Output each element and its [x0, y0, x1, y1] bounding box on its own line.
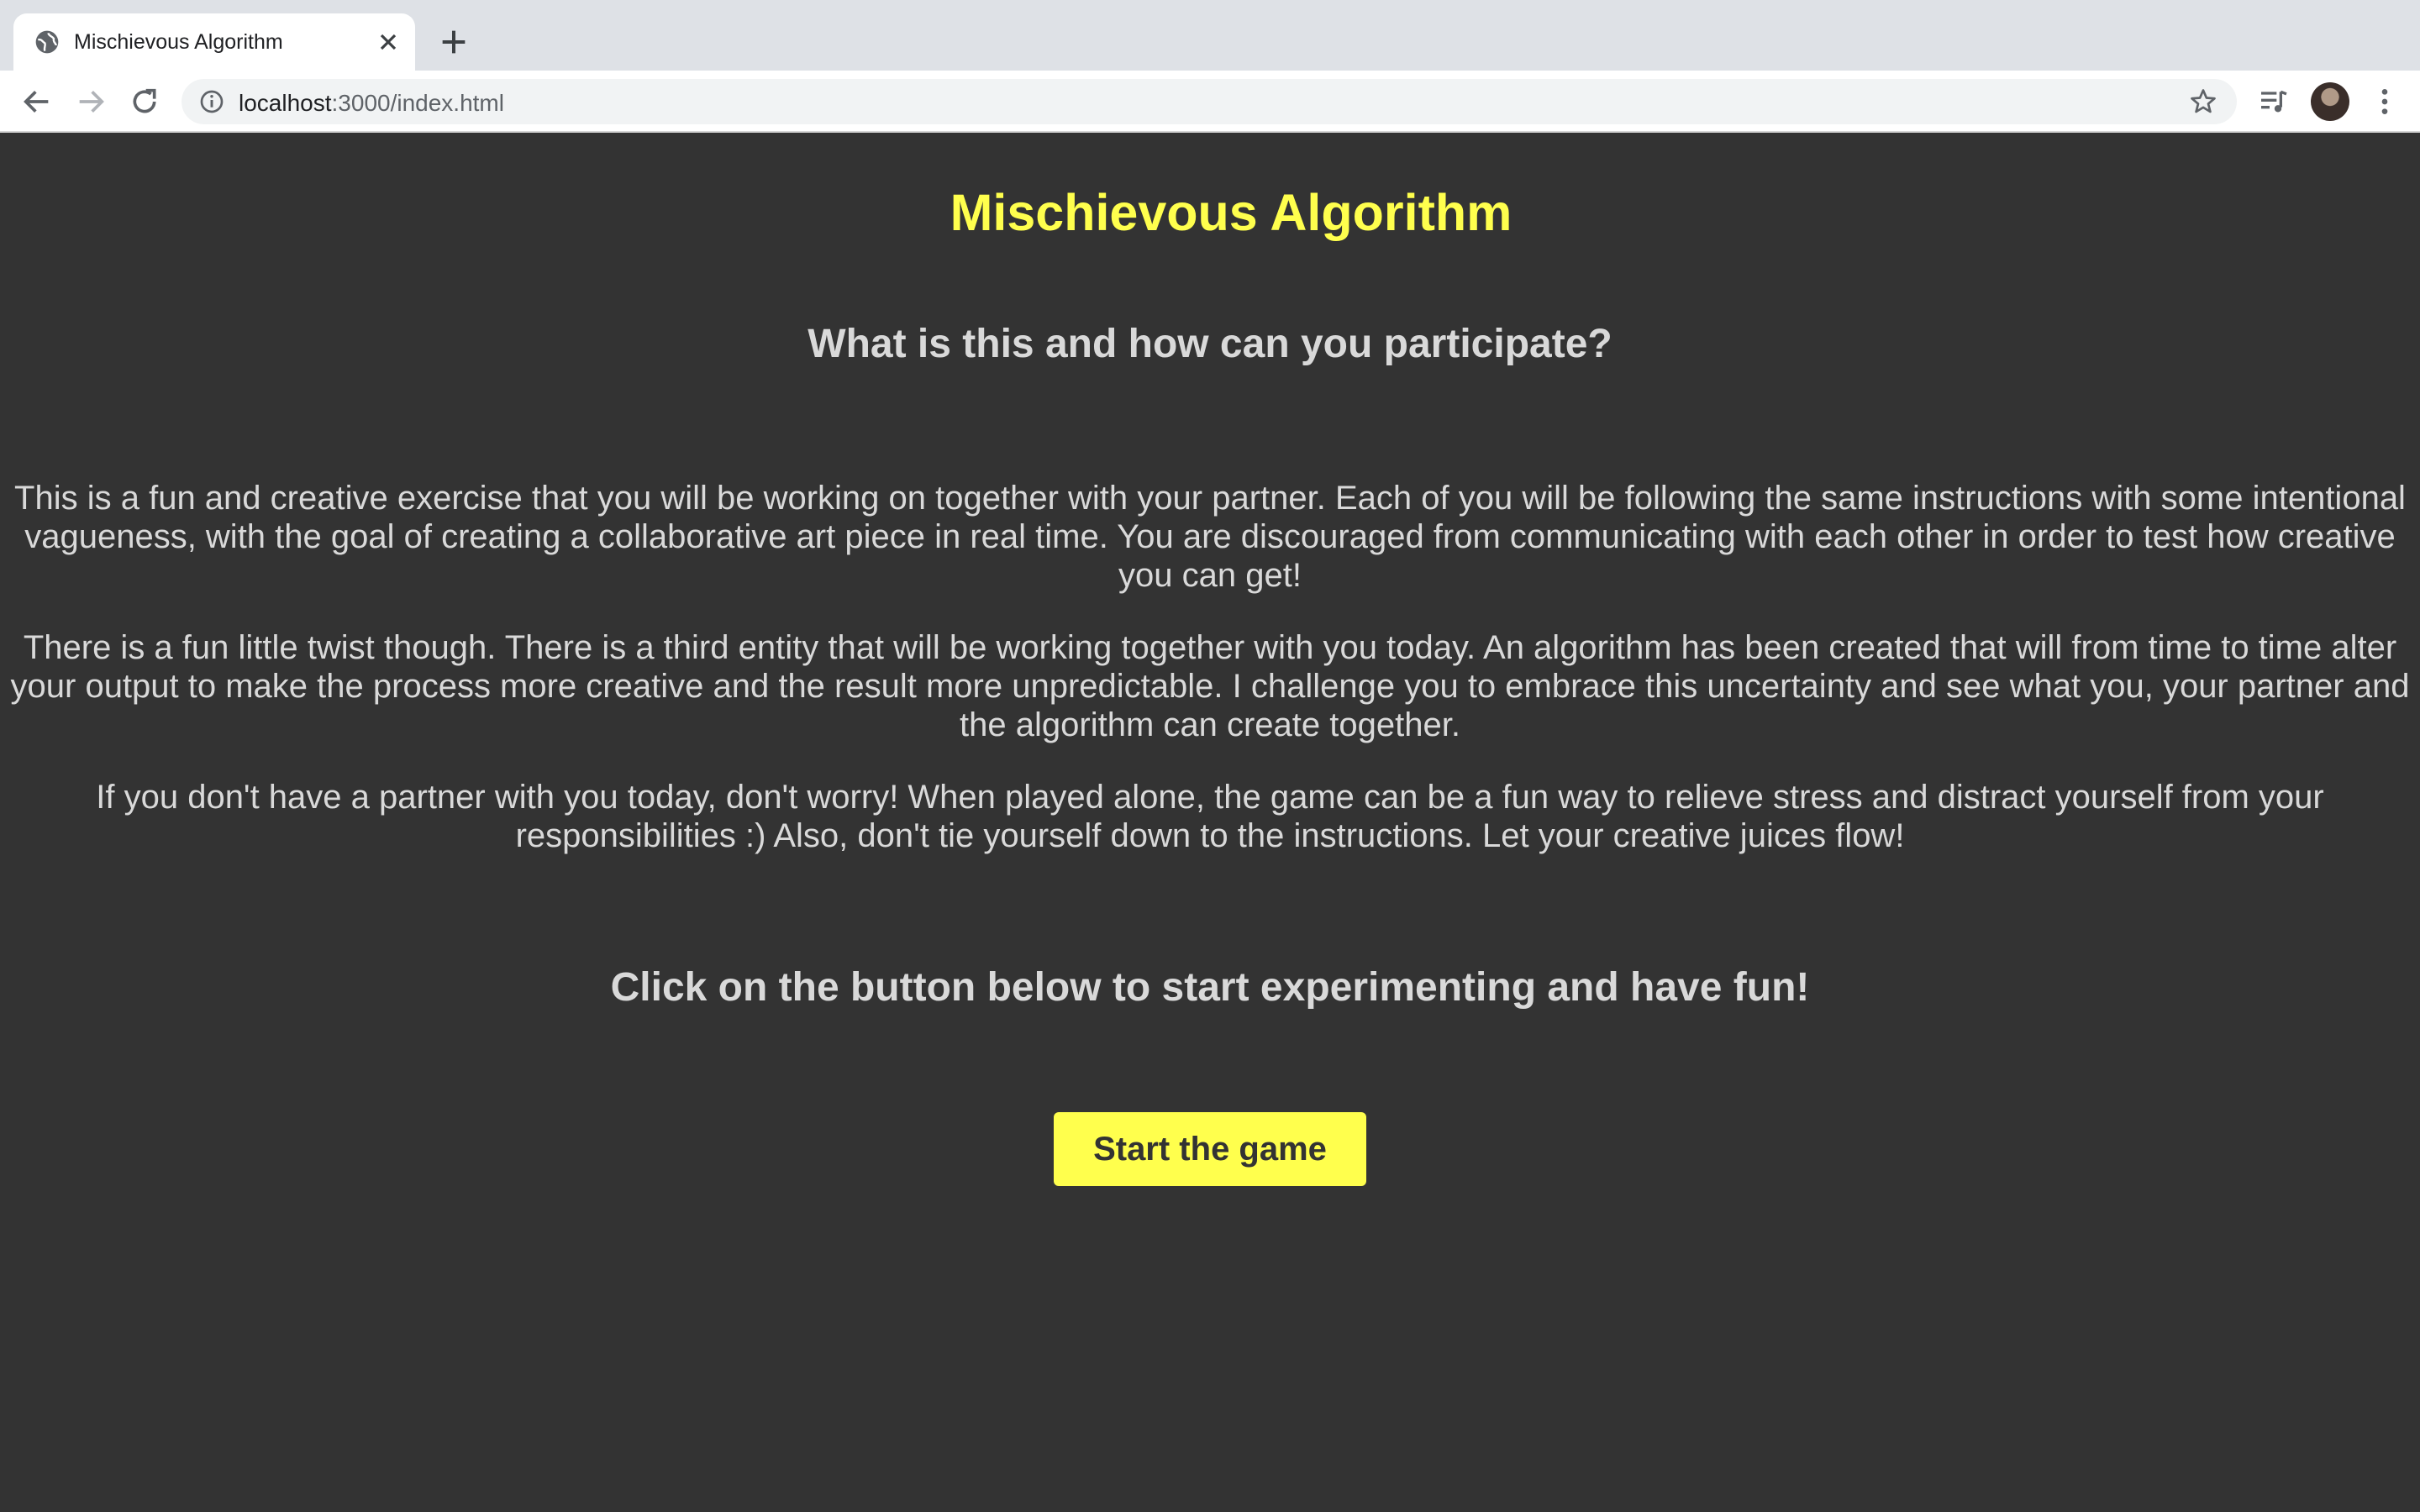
start-game-button[interactable]: Start the game: [1054, 1112, 1366, 1186]
intro-paragraph-1: This is a fun and creative exercise that…: [14, 480, 2406, 594]
info-icon[interactable]: [198, 88, 225, 115]
intro-paragraph-2: There is a fun little twist though. Ther…: [10, 629, 2410, 743]
profile-avatar[interactable]: [2311, 82, 2349, 121]
new-tab-icon[interactable]: [437, 25, 471, 59]
back-arrow-icon[interactable]: [20, 85, 54, 118]
media-playlist-icon[interactable]: [2257, 85, 2291, 118]
reload-icon[interactable]: [128, 85, 161, 118]
globe-icon: [35, 30, 59, 54]
intro-paragraph-3: If you don't have a partner with you tod…: [96, 779, 2324, 854]
close-icon[interactable]: [375, 29, 402, 55]
browser-toolbar: localhost:3000/index.html: [0, 71, 2420, 133]
page-content: Mischievous Algorithm What is this and h…: [0, 133, 2420, 1512]
url-host: localhost: [239, 90, 332, 116]
browser-tab[interactable]: Mischievous Algorithm: [13, 13, 415, 71]
forward-arrow-icon[interactable]: [74, 85, 108, 118]
url-path: :3000/index.html: [331, 90, 504, 116]
bookmark-star-icon[interactable]: [2188, 87, 2218, 117]
url-text[interactable]: localhost:3000/index.html: [239, 90, 504, 117]
address-bar[interactable]: localhost:3000/index.html: [182, 79, 2237, 124]
tab-title: Mischievous Algorithm: [74, 30, 283, 54]
call-to-action-heading: Click on the button below to start exper…: [610, 965, 1810, 1010]
tab-strip: Mischievous Algorithm: [0, 0, 2420, 71]
page-title: Mischievous Algorithm: [950, 184, 1512, 241]
intro-heading: What is this and how can you participate…: [808, 322, 1612, 366]
more-menu-icon[interactable]: [2368, 85, 2402, 118]
